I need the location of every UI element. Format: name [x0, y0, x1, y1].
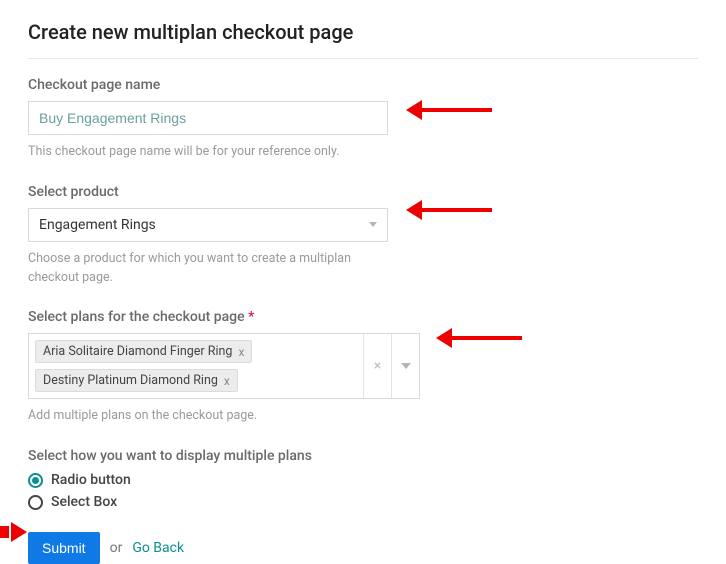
radio-label: Select Box	[51, 494, 117, 510]
radio-icon	[28, 495, 43, 510]
arrow-annotation-icon	[0, 522, 27, 542]
field-select-plans: Select plans for the checkout page * Ari…	[28, 309, 698, 426]
remove-tag-icon[interactable]: x	[238, 345, 244, 359]
form-actions: Submit or Go Back	[28, 532, 698, 564]
divider	[28, 58, 698, 59]
product-select-value: Engagement Rings	[39, 217, 156, 233]
plan-tag-label: Aria Solitaire Diamond Finger Ring	[43, 344, 232, 359]
helper-select-product: Choose a product for which you want to c…	[28, 250, 398, 288]
field-checkout-name: Checkout page name This checkout page na…	[28, 77, 698, 162]
label-checkout-name: Checkout page name	[28, 77, 698, 93]
field-display-mode: Select how you want to display multiple …	[28, 448, 698, 510]
plan-tag: Aria Solitaire Diamond Finger Ring x	[35, 340, 252, 363]
radio-option-select-box[interactable]: Select Box	[28, 494, 698, 510]
label-select-plans-text: Select plans for the checkout page	[28, 309, 245, 325]
arrow-annotation-icon	[406, 200, 492, 220]
helper-select-plans: Add multiple plans on the checkout page.	[28, 407, 398, 426]
plans-dropdown-toggle[interactable]	[391, 334, 419, 398]
radio-label: Radio button	[51, 472, 131, 488]
checkout-name-input[interactable]	[28, 101, 388, 135]
submit-button[interactable]: Submit	[28, 532, 100, 564]
field-select-product: Select product Engagement Rings Choose a…	[28, 184, 698, 288]
arrow-annotation-icon	[406, 100, 492, 120]
remove-tag-icon[interactable]: x	[224, 374, 230, 388]
page-title: Create new multiplan checkout page	[28, 20, 698, 44]
plan-tag-label: Destiny Platinum Diamond Ring	[43, 373, 218, 388]
arrow-annotation-icon	[436, 328, 522, 348]
helper-checkout-name: This checkout page name will be for your…	[28, 143, 398, 162]
radio-option-radio-button[interactable]: Radio button	[28, 472, 698, 488]
chevron-down-icon	[369, 222, 377, 227]
go-back-link[interactable]: Go Back	[132, 540, 184, 556]
product-select[interactable]: Engagement Rings	[28, 208, 388, 242]
label-select-product: Select product	[28, 184, 698, 200]
clear-all-icon[interactable]: ×	[363, 334, 391, 398]
required-mark: *	[248, 309, 254, 325]
plans-multiselect[interactable]: Aria Solitaire Diamond Finger Ring x Des…	[28, 333, 420, 399]
radio-icon	[28, 473, 43, 488]
or-text: or	[110, 540, 123, 556]
chevron-down-icon	[401, 363, 411, 369]
label-select-plans: Select plans for the checkout page *	[28, 309, 698, 325]
plans-tags: Aria Solitaire Diamond Finger Ring x Des…	[29, 334, 363, 398]
label-display-mode: Select how you want to display multiple …	[28, 448, 698, 464]
plan-tag: Destiny Platinum Diamond Ring x	[35, 369, 238, 392]
